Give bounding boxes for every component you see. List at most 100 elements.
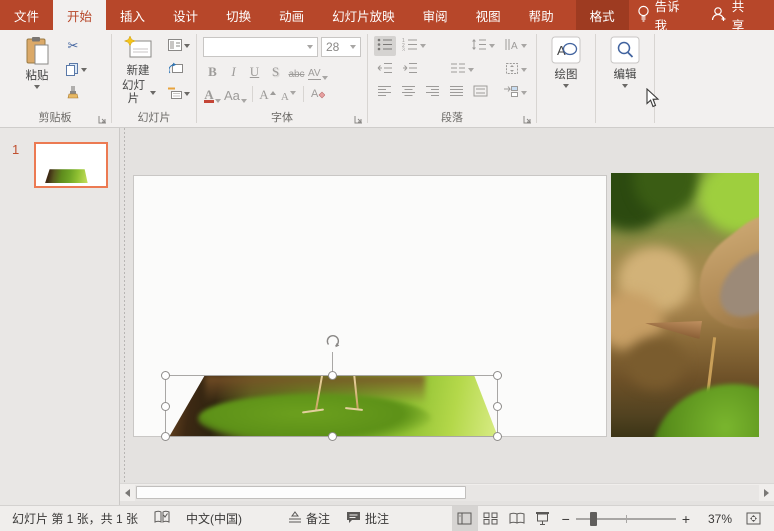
- zoom-slider[interactable]: [576, 518, 676, 520]
- selected-picture[interactable]: [165, 375, 498, 437]
- reset-button[interactable]: [165, 59, 187, 81]
- tab-design[interactable]: 设计: [159, 0, 212, 30]
- tab-format[interactable]: 格式: [576, 0, 629, 30]
- align-left-button[interactable]: [374, 83, 395, 102]
- line-spacing-icon: [471, 38, 487, 54]
- font-dialog-launcher[interactable]: [354, 115, 364, 125]
- section-icon: [168, 87, 182, 102]
- increase-indent-button[interactable]: [399, 60, 421, 79]
- scrollbar-thumb[interactable]: [136, 486, 466, 499]
- tell-me-button[interactable]: 告诉我: [629, 0, 697, 30]
- eraser-icon: A: [311, 86, 325, 103]
- drawing-group: A 绘图: [538, 30, 594, 127]
- tab-view[interactable]: 视图: [462, 0, 515, 30]
- bullets-button[interactable]: [374, 36, 396, 56]
- slideshow-view-button[interactable]: [530, 506, 556, 531]
- copy-button[interactable]: [62, 59, 90, 81]
- format-painter-button[interactable]: [62, 83, 84, 105]
- align-right-button[interactable]: [422, 83, 443, 102]
- tab-help[interactable]: 帮助: [515, 0, 568, 30]
- align-text-button[interactable]: [502, 60, 530, 80]
- tab-home[interactable]: 开始: [53, 0, 106, 30]
- drawing-button[interactable]: A 绘图: [546, 33, 586, 91]
- clear-formatting-button[interactable]: A: [309, 84, 328, 104]
- underline-button[interactable]: U: [245, 61, 264, 81]
- italic-button[interactable]: I: [224, 61, 243, 81]
- text-direction-button[interactable]: A: [501, 36, 530, 56]
- scrollbar-track[interactable]: [135, 485, 759, 501]
- dropdown-icon: [521, 68, 527, 72]
- zoom-in-button[interactable]: +: [682, 511, 690, 527]
- tab-file[interactable]: 文件: [0, 0, 53, 30]
- align-center-button[interactable]: [398, 83, 419, 102]
- dropdown-icon: [322, 76, 328, 80]
- rotate-handle[interactable]: [323, 332, 342, 356]
- notes-button[interactable]: 备注: [280, 506, 338, 531]
- tab-insert[interactable]: 插入: [106, 0, 159, 30]
- shrink-font-button[interactable]: A: [279, 84, 298, 104]
- paragraph-dialog-launcher[interactable]: [523, 115, 533, 125]
- dropdown-icon: [622, 84, 628, 88]
- dropdown-icon: [150, 91, 156, 95]
- zoom-percentage[interactable]: 37%: [696, 512, 732, 526]
- section-button[interactable]: [165, 83, 193, 105]
- dropdown-icon: [521, 44, 527, 48]
- distribute-button[interactable]: [470, 83, 491, 102]
- numbering-button[interactable]: 123: [399, 36, 429, 56]
- share-person-icon: [711, 6, 727, 24]
- paste-button[interactable]: 粘贴: [20, 33, 54, 92]
- font-size-combo[interactable]: 28: [321, 37, 361, 57]
- dropdown-icon: [184, 92, 190, 96]
- comment-bubble-icon: [346, 511, 361, 527]
- tab-transitions[interactable]: 切换: [212, 0, 265, 30]
- drawing-icon: A: [551, 36, 581, 67]
- language-button[interactable]: 中文(中国): [178, 506, 250, 531]
- slide-sorter-view-button[interactable]: [478, 506, 504, 531]
- slide-thumbnail[interactable]: [34, 142, 108, 188]
- pane-splitter[interactable]: [124, 128, 125, 483]
- char-spacing-button[interactable]: AV: [308, 61, 328, 81]
- columns-icon: [450, 62, 466, 77]
- font-name-combo[interactable]: [203, 37, 318, 57]
- reading-view-button[interactable]: [504, 506, 530, 531]
- zoom-slider-thumb[interactable]: [590, 512, 597, 526]
- normal-view-button[interactable]: [452, 506, 478, 531]
- editing-button[interactable]: 编辑: [605, 33, 645, 91]
- font-color-button[interactable]: A: [203, 84, 222, 104]
- tab-review[interactable]: 审阅: [409, 0, 462, 30]
- share-button[interactable]: 共享: [703, 0, 762, 30]
- scroll-right-button[interactable]: [759, 485, 774, 501]
- notes-icon: [288, 511, 302, 527]
- smartart-button[interactable]: [500, 83, 530, 103]
- down-arrow-icon: [290, 91, 296, 95]
- comments-button[interactable]: 批注: [338, 506, 397, 531]
- layout-button[interactable]: [165, 35, 193, 57]
- new-slide-button[interactable]: 新建 幻灯片: [115, 33, 161, 109]
- text-shadow-button[interactable]: S: [266, 61, 285, 81]
- change-case-button[interactable]: Aa: [224, 84, 247, 104]
- clipboard-dialog-launcher[interactable]: [98, 115, 108, 125]
- scissors-icon: ✂: [68, 38, 79, 54]
- slide-counter: 幻灯片 第 1 张，共 1 张: [4, 506, 146, 531]
- strikethrough-button[interactable]: abc: [287, 61, 306, 81]
- tab-animations[interactable]: 动画: [265, 0, 318, 30]
- bold-button[interactable]: B: [203, 61, 222, 81]
- dropdown-icon: [81, 68, 87, 72]
- line-spacing-button[interactable]: [468, 36, 498, 56]
- powerpoint-window: 文件 开始 插入 设计 切换 动画 幻灯片放映 审阅 视图 帮助 格式 告诉我 …: [0, 0, 774, 531]
- decrease-indent-button[interactable]: [374, 60, 396, 79]
- tab-slideshow[interactable]: 幻灯片放映: [318, 0, 409, 30]
- spellcheck-button[interactable]: [146, 506, 178, 531]
- svg-text:3: 3: [402, 48, 405, 52]
- ribbon-tab-bar: 文件 开始 插入 设计 切换 动画 幻灯片放映 审阅 视图 帮助 格式 告诉我 …: [0, 0, 774, 30]
- zoom-out-button[interactable]: −: [562, 511, 570, 527]
- bird-photo[interactable]: [611, 173, 759, 437]
- columns-button[interactable]: [447, 60, 477, 79]
- scroll-left-button[interactable]: [120, 485, 135, 501]
- grow-font-button[interactable]: A: [258, 84, 277, 104]
- cut-button[interactable]: ✂: [62, 35, 84, 57]
- justify-button[interactable]: [446, 83, 467, 102]
- fit-to-window-button[interactable]: [740, 506, 766, 531]
- bullets-icon: [377, 38, 393, 54]
- svg-text:A: A: [511, 41, 518, 51]
